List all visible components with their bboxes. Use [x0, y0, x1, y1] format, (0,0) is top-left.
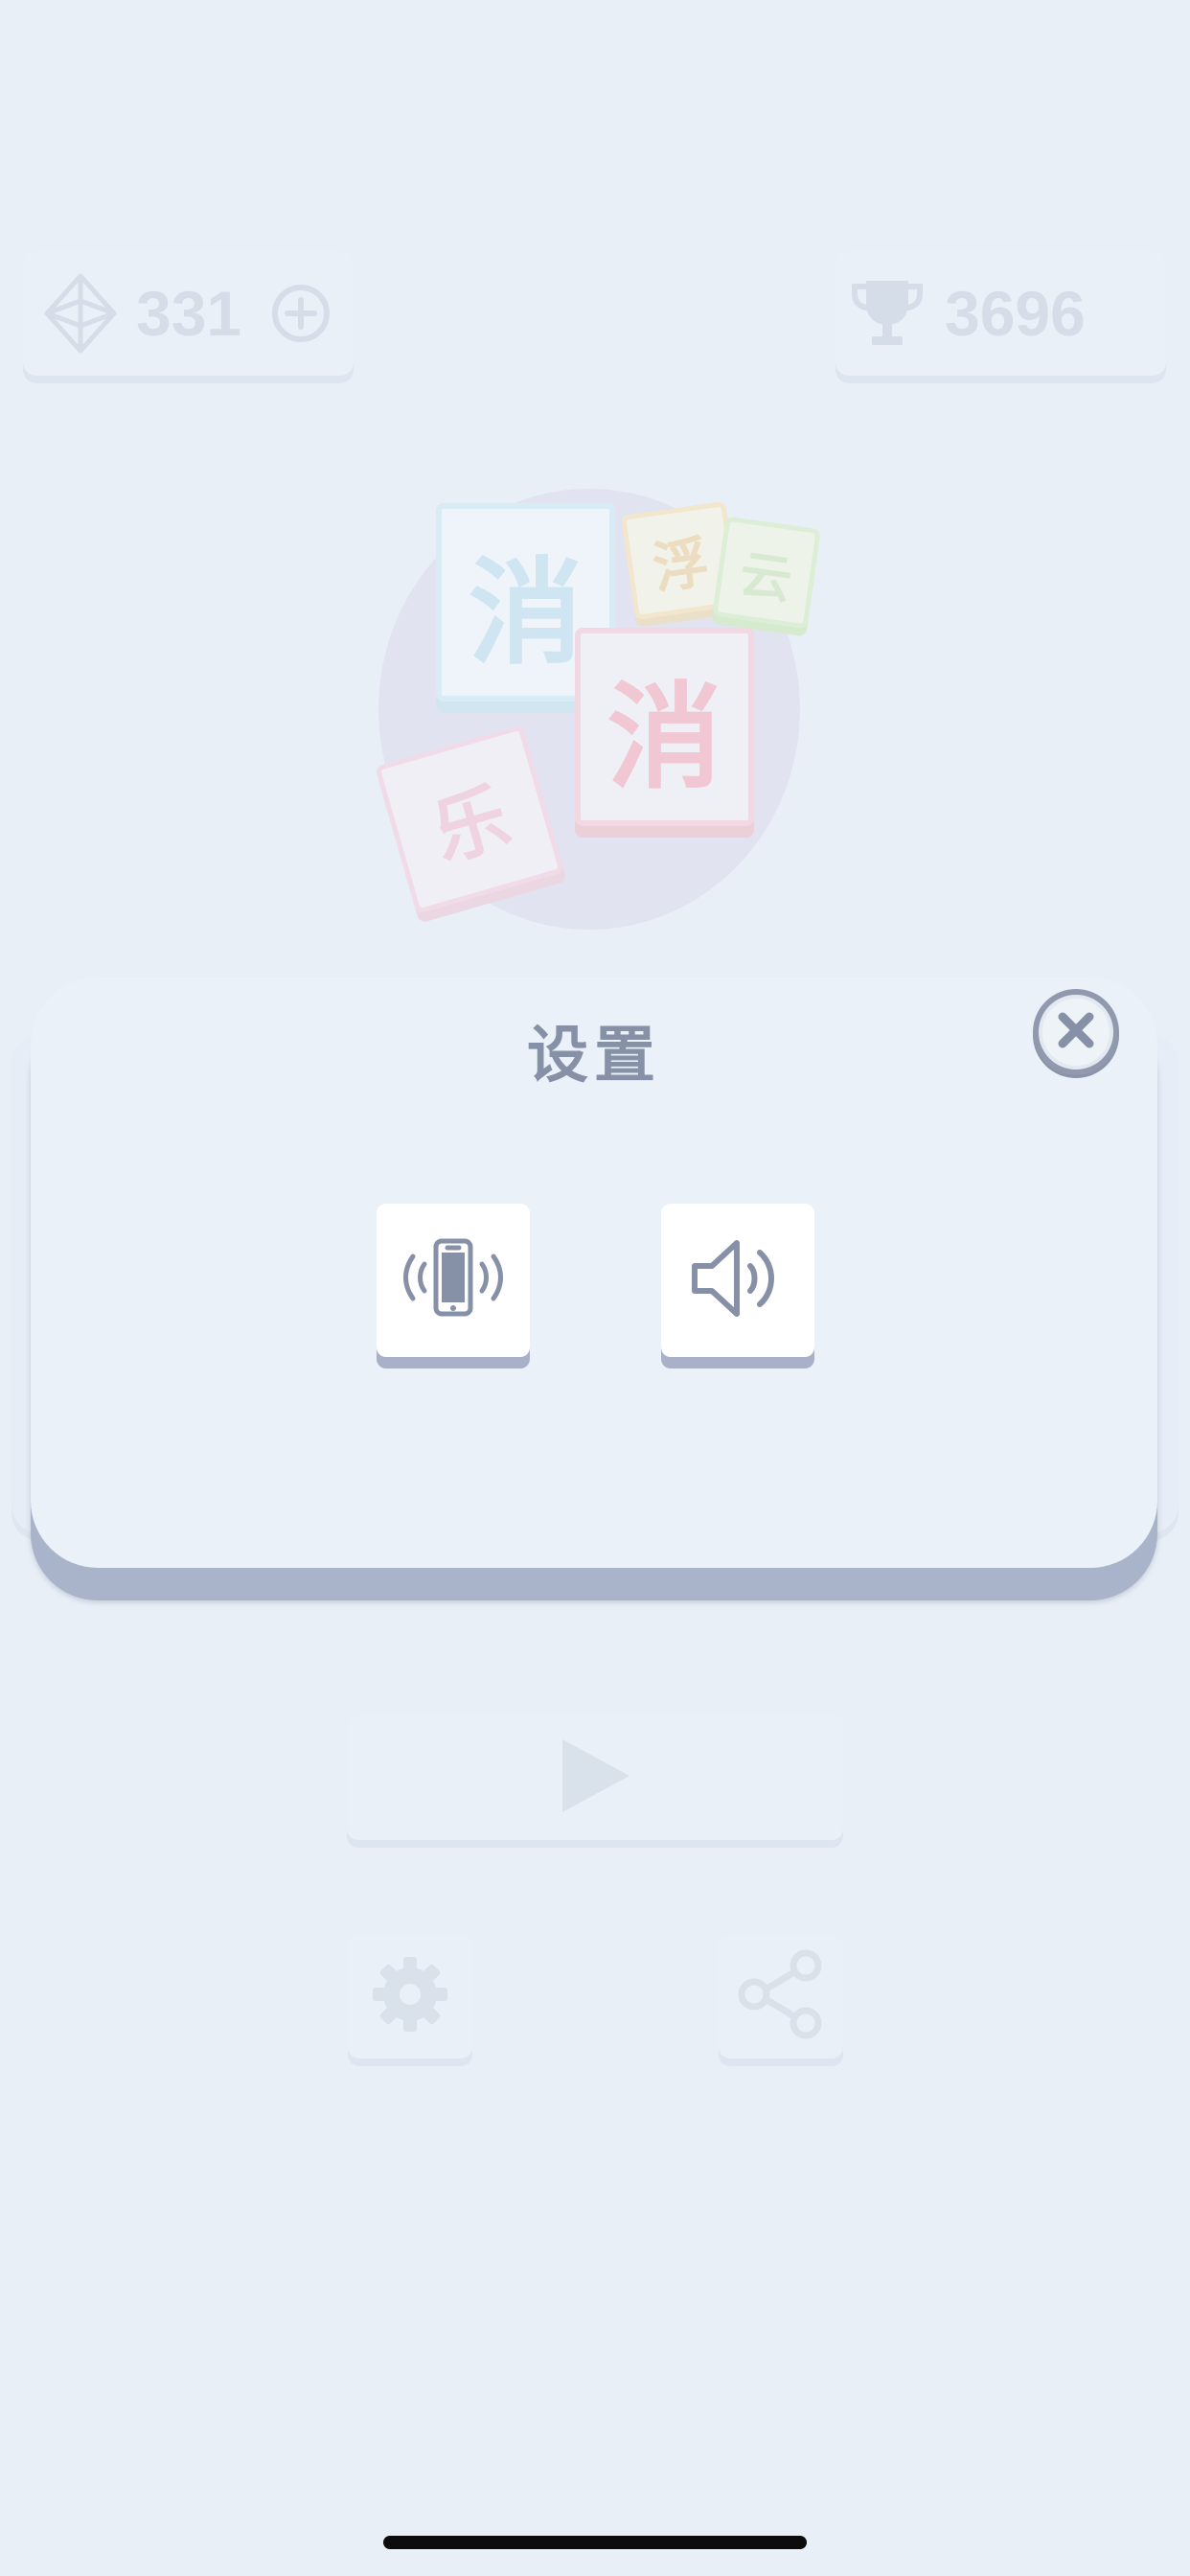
share-button[interactable] — [719, 1934, 843, 2058]
logo-tile: 云 — [712, 516, 821, 630]
game-logo: 消 浮 云 消 乐 — [374, 484, 821, 934]
vibrating-phone-icon — [396, 1235, 511, 1326]
play-icon — [557, 1736, 633, 1821]
settings-button[interactable] — [348, 1934, 472, 2058]
home-indicator — [383, 2536, 807, 2549]
plus-circle-icon[interactable] — [270, 283, 332, 344]
gem-icon — [42, 273, 119, 354]
logo-tile: 消 — [575, 628, 754, 826]
close-icon — [1054, 1008, 1098, 1057]
settings-modal: 设置 — [31, 978, 1157, 1568]
play-button[interactable] — [347, 1715, 843, 1840]
speaker-icon — [685, 1235, 790, 1326]
gear-icon — [369, 1953, 451, 2040]
share-icon — [733, 1946, 829, 2047]
gems-counter: 331 — [23, 251, 354, 376]
modal-title: 设置 — [527, 1021, 661, 1092]
trophy-value: 3696 — [945, 278, 1086, 349]
gems-value: 331 — [136, 278, 242, 349]
trophy-icon — [849, 275, 926, 352]
close-button[interactable] — [1033, 989, 1119, 1075]
trophy-counter: 3696 — [835, 251, 1166, 376]
sound-toggle-button[interactable] — [661, 1204, 814, 1357]
vibration-toggle-button[interactable] — [377, 1204, 530, 1357]
